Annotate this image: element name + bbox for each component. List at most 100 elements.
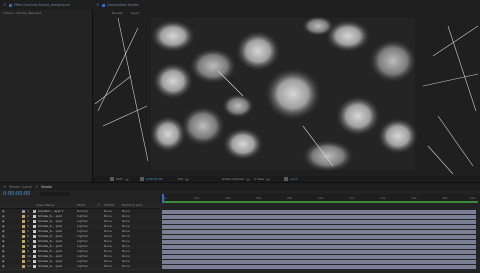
image-file-icon <box>33 265 36 268</box>
label-color-icon[interactable] <box>22 210 25 213</box>
label-color-icon[interactable] <box>22 240 25 243</box>
eye-visibility-icon[interactable]: ◉ <box>2 264 5 269</box>
zoom-value: 50% <box>116 176 123 181</box>
exposure-control[interactable]: +0.0 <box>284 176 297 181</box>
col-layer-name[interactable]: Layer Name <box>36 203 54 207</box>
chevron-down-icon <box>185 176 189 181</box>
subtab-layer[interactable]: Layer <box>131 11 139 15</box>
tab-composition[interactable]: × Composition Smoke <box>96 2 139 8</box>
resolution-dropdown[interactable]: Full <box>178 176 189 181</box>
effect-controls-panel <box>0 10 92 182</box>
label-color-icon[interactable] <box>22 230 25 233</box>
exposure-icon <box>284 176 288 181</box>
ruler-label: 06s <box>256 196 262 200</box>
ruler-label: 10s <box>318 196 324 200</box>
top-tab-bar <box>0 0 480 10</box>
label-color-icon[interactable] <box>22 220 25 223</box>
label-color-icon[interactable] <box>22 265 25 268</box>
ruler-label: 16s <box>411 196 417 200</box>
layer-duration-bar[interactable] <box>162 214 476 219</box>
resolution-value: Full <box>178 176 184 181</box>
magnify-icon <box>110 176 114 181</box>
layer-duration-bar[interactable] <box>162 264 476 269</box>
ruler-label: 08s <box>287 196 293 200</box>
close-icon[interactable]: × <box>35 185 39 189</box>
label-color-icon[interactable] <box>22 260 25 263</box>
close-icon[interactable]: × <box>3 3 7 7</box>
layer-duration-bar[interactable] <box>162 254 476 259</box>
ruler-label: 0s <box>163 196 167 200</box>
close-icon[interactable]: × <box>96 3 100 7</box>
label-color-icon[interactable] <box>22 245 25 248</box>
layer-duration-bar[interactable] <box>162 239 476 244</box>
image-file-icon <box>33 215 36 218</box>
search-field[interactable] <box>40 192 70 196</box>
views-value: 1 View <box>254 176 264 181</box>
tab-effect-controls-label: Effect Controls Smoke_background <box>14 3 70 7</box>
chevron-down-icon <box>124 176 129 181</box>
exposure-value: +0.0 <box>290 176 298 181</box>
layer-name[interactable]: Smoke_S... .psd <box>38 264 62 269</box>
views-dropdown[interactable]: 1 View <box>254 176 270 181</box>
image-file-icon <box>33 220 36 223</box>
label-color-icon[interactable] <box>22 255 25 258</box>
layer-duration-bar[interactable] <box>162 219 476 224</box>
layer-duration-bar[interactable] <box>162 259 476 264</box>
composition-icon <box>102 3 105 7</box>
layer-list: ◉ 1 Adjustm... ayer 1 Normal None None ◉ 2 Smoke… <box>0 209 480 273</box>
work-area-bar[interactable] <box>162 201 478 203</box>
layer-mode-dropdown[interactable]: Lighten <box>77 264 88 269</box>
camera-value: Active Camera <box>222 176 245 181</box>
label-color-icon[interactable] <box>22 215 25 218</box>
chevron-down-icon <box>246 176 250 181</box>
col-t[interactable]: T <box>98 203 100 207</box>
layer-parent-dropdown[interactable]: None <box>122 264 130 269</box>
subtab-render[interactable]: Render <box>112 11 123 15</box>
label-color-icon[interactable] <box>22 225 25 228</box>
adjustment-layer-icon <box>33 210 36 213</box>
tab-composition-label: Composition Smoke <box>107 3 139 7</box>
tab-smoke-label: Smoke <box>41 185 52 189</box>
tab-render-queue-label: Render Queue <box>9 185 32 189</box>
comp-timecode[interactable]: 0:00:00:00 <box>140 176 162 181</box>
composition-viewer[interactable] <box>93 16 480 176</box>
ruler-label: 04s <box>225 196 231 200</box>
col-trkmat[interactable]: TrkMat <box>104 203 114 207</box>
col-parent[interactable]: Parent & Link <box>122 203 142 207</box>
zoom-dropdown[interactable]: 50% <box>110 176 129 181</box>
panel-lock-icon <box>9 3 12 7</box>
ruler-label: 18s <box>442 196 448 200</box>
ruler-label: 12s <box>349 196 355 200</box>
layer-row[interactable]: ◉ 12 Smoke_S... .psd Lighten None None <box>0 264 160 270</box>
layer-duration-bar[interactable] <box>162 229 476 234</box>
image-file-icon <box>33 240 36 243</box>
close-icon[interactable]: × <box>3 185 7 189</box>
layer-duration-bar[interactable] <box>162 244 476 249</box>
chevron-down-icon <box>266 176 270 181</box>
layer-duration-bar[interactable] <box>162 249 476 254</box>
image-file-icon <box>33 245 36 248</box>
image-file-icon <box>33 225 36 228</box>
tab-effect-controls[interactable]: × Effect Controls Smoke_background <box>3 2 70 8</box>
comp-timecode-value: 0:00:00:00 <box>146 176 163 181</box>
image-file-icon <box>33 255 36 258</box>
image-file-icon <box>33 230 36 233</box>
layer-trkmat-dropdown[interactable]: None <box>104 264 112 269</box>
image-file-icon <box>33 250 36 253</box>
ruler-label: 14s <box>380 196 386 200</box>
camera-dropdown[interactable]: Active Camera <box>222 176 250 181</box>
label-color-icon[interactable] <box>22 250 25 253</box>
layer-duration-bar[interactable] <box>162 234 476 239</box>
breadcrumb: smoke • Smoke_Tank.psd <box>3 11 42 15</box>
ruler-label: 20s <box>470 196 476 200</box>
layer-duration-bar[interactable] <box>162 209 476 214</box>
layer-duration-bar[interactable] <box>162 224 476 229</box>
label-color-icon[interactable] <box>22 235 25 238</box>
ruler-label: 02s <box>194 196 200 200</box>
current-time-display[interactable]: 0:00:00:00 <box>3 191 30 197</box>
camera-icon <box>140 176 144 181</box>
image-file-icon <box>33 260 36 263</box>
col-mode[interactable]: Mode <box>77 203 85 207</box>
layer-number: 12 <box>27 264 31 268</box>
image-file-icon <box>33 235 36 238</box>
